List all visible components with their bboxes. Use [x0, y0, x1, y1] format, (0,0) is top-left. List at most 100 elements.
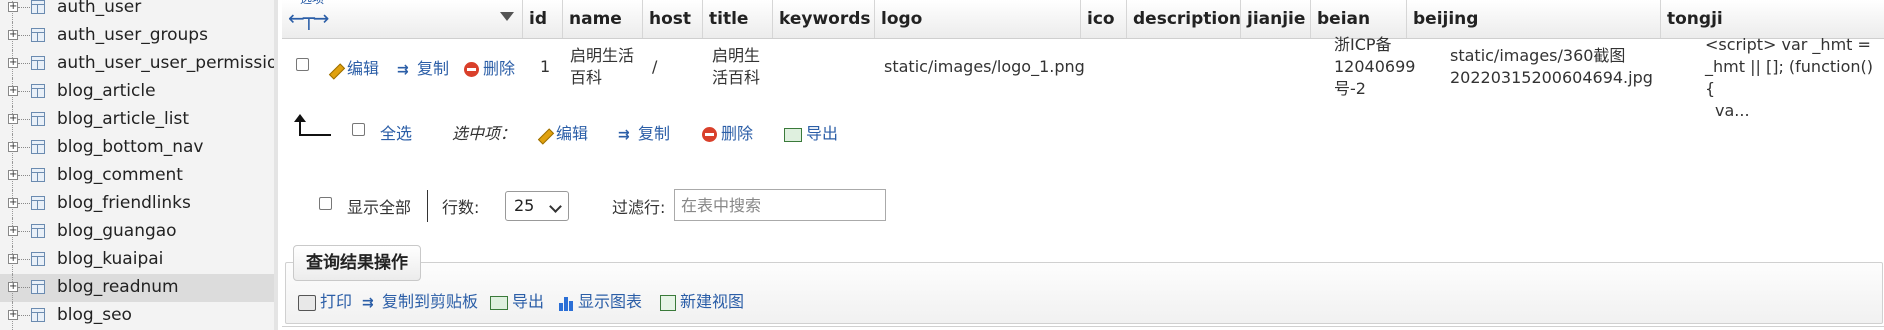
cell-host: /	[652, 57, 658, 76]
bar-chart-icon	[558, 295, 574, 311]
delete-icon	[702, 127, 717, 142]
sidebar-item-blog-comment[interactable]: + blog_comment	[0, 162, 274, 190]
sidebar-item-blog-kuaipai[interactable]: + blog_kuaipai	[0, 246, 274, 274]
column-header-beijing[interactable]: beijing	[1406, 0, 1660, 38]
divider	[427, 190, 428, 222]
sidebar-item-label[interactable]: auth_user_user_permissions	[57, 53, 274, 73]
column-header-keywords[interactable]: keywords	[772, 0, 874, 38]
sidebar-item-label[interactable]: blog_friendlinks	[57, 193, 191, 213]
show-chart-button[interactable]: 显示图表	[558, 288, 642, 312]
column-header-ico[interactable]: ico	[1080, 0, 1126, 38]
sidebar-item-blog-friendlinks[interactable]: + blog_friendlinks	[0, 190, 274, 218]
delete-icon	[464, 62, 479, 77]
export-button[interactable]: 导出	[490, 288, 544, 312]
expand-icon[interactable]: +	[8, 226, 18, 236]
table-icon	[31, 252, 45, 266]
row-copy-button[interactable]: ⇉ 复制	[397, 55, 449, 79]
column-header-name[interactable]: name	[562, 0, 642, 38]
rows-per-page-value[interactable]: 25	[514, 196, 534, 215]
row-checkbox[interactable]	[296, 58, 309, 71]
bulk-copy-button[interactable]: ⇉ 复制	[618, 120, 670, 144]
row-edit-button[interactable]: 编辑	[327, 55, 379, 79]
cell-title-line1: 启明生	[712, 46, 761, 65]
sort-dropdown-icon[interactable]	[500, 12, 514, 21]
divider	[282, 326, 1884, 327]
sidebar-item-label[interactable]: blog_readnum	[57, 277, 179, 297]
bulk-delete-label[interactable]: 删除	[721, 124, 753, 143]
select-all-checkbox[interactable]	[352, 123, 365, 136]
cell-beijing-line1: static/images/360截图	[1450, 46, 1626, 65]
column-header-tongji[interactable]: tongji	[1660, 0, 1884, 38]
sidebar-item-label[interactable]: blog_bottom_nav	[57, 137, 203, 157]
row-delete-button[interactable]: 删除	[464, 55, 515, 79]
with-selected-label: 选中项：	[452, 124, 517, 143]
sidebar-item-label[interactable]: blog_comment	[57, 165, 183, 185]
column-header-description[interactable]: description	[1126, 0, 1241, 38]
show-all-label[interactable]: 显示全部	[347, 194, 411, 218]
sidebar-item-label[interactable]: blog_article	[57, 81, 156, 101]
sidebar-resize-handle[interactable]	[274, 0, 278, 330]
print-label[interactable]: 打印	[320, 292, 352, 311]
show-all-checkbox[interactable]	[319, 197, 332, 210]
sidebar-item-label[interactable]: blog_kuaipai	[57, 249, 163, 269]
select-all-label[interactable]: 全选	[380, 120, 412, 144]
expand-icon[interactable]: +	[8, 310, 18, 320]
row-copy-label[interactable]: 复制	[417, 59, 449, 78]
column-header-logo[interactable]: logo	[874, 0, 1080, 38]
bulk-edit-button[interactable]: 编辑	[536, 120, 588, 144]
copy-to-clipboard-label[interactable]: 复制到剪贴板	[382, 292, 478, 311]
expand-icon[interactable]: +	[8, 198, 18, 208]
expand-icon[interactable]: +	[8, 2, 18, 12]
expand-icon[interactable]: +	[8, 282, 18, 292]
expand-icon[interactable]: +	[8, 254, 18, 264]
sidebar-item-label[interactable]: blog_article_list	[57, 109, 189, 129]
export-icon	[490, 295, 508, 310]
bulk-export-label[interactable]: 导出	[806, 124, 838, 143]
sidebar-item-label[interactable]: blog_guangao	[57, 221, 177, 241]
column-header-title[interactable]: title	[702, 0, 772, 38]
pencil-icon	[327, 62, 343, 78]
bulk-export-button[interactable]: 导出	[784, 120, 838, 144]
create-view-label[interactable]: 新建视图	[680, 292, 744, 311]
sidebar-item-auth-user-user-permissions[interactable]: + auth_user_user_permissions	[0, 50, 274, 78]
print-button[interactable]: 打印	[298, 288, 352, 312]
sidebar-item-blog-readnum[interactable]: + blog_readnum	[0, 274, 274, 302]
column-header-host[interactable]: host	[642, 0, 702, 38]
column-header-jianjie[interactable]: jianjie	[1240, 0, 1310, 38]
table-icon	[31, 308, 45, 322]
sidebar-item-blog-guangao[interactable]: + blog_guangao	[0, 218, 274, 246]
expand-icon[interactable]: +	[8, 58, 18, 68]
expand-icon[interactable]: +	[8, 170, 18, 180]
rows-per-page-select[interactable]: 25	[505, 191, 569, 221]
row-edit-label[interactable]: 编辑	[347, 59, 379, 78]
copy-to-clipboard-button[interactable]: ⇉ 复制到剪贴板	[362, 288, 478, 312]
cell-id: 1	[540, 57, 551, 76]
bulk-copy-label[interactable]: 复制	[638, 124, 670, 143]
bulk-edit-label[interactable]: 编辑	[556, 124, 588, 143]
table-icon	[31, 168, 45, 182]
column-header-id[interactable]: id	[522, 0, 562, 38]
filter-rows-input[interactable]	[674, 189, 886, 221]
column-header-beian[interactable]: beian	[1310, 0, 1406, 38]
expand-icon[interactable]: +	[8, 114, 18, 124]
create-view-button[interactable]: 新建视图	[660, 288, 744, 312]
sidebar-item-label[interactable]: blog_seo	[57, 305, 132, 325]
sidebar-item-blog-article-list[interactable]: + blog_article_list	[0, 106, 274, 134]
sidebar-item-blog-seo[interactable]: + blog_seo	[0, 302, 274, 330]
expand-icon[interactable]: +	[8, 142, 18, 152]
sidebar-item-auth-user-groups[interactable]: + auth_user_groups	[0, 22, 274, 50]
show-chart-label[interactable]: 显示图表	[578, 292, 642, 311]
sidebar-item-label[interactable]: auth_user	[57, 0, 141, 17]
bulk-delete-button[interactable]: 删除	[702, 120, 753, 144]
sidebar-item-label[interactable]: auth_user_groups	[57, 25, 208, 45]
row-delete-label[interactable]: 删除	[483, 59, 515, 78]
copy-icon: ⇉	[618, 126, 630, 143]
expand-icon[interactable]: +	[8, 30, 18, 40]
column-resize-arrows-icon[interactable]: ←┬→	[288, 6, 330, 30]
sidebar-item-auth-user[interactable]: + auth_user	[0, 0, 274, 22]
sidebar-item-blog-article[interactable]: + blog_article	[0, 78, 274, 106]
export-label[interactable]: 导出	[512, 292, 544, 311]
cell-name-line2: 百科	[570, 68, 603, 87]
expand-icon[interactable]: +	[8, 86, 18, 96]
sidebar-item-blog-bottom-nav[interactable]: + blog_bottom_nav	[0, 134, 274, 162]
